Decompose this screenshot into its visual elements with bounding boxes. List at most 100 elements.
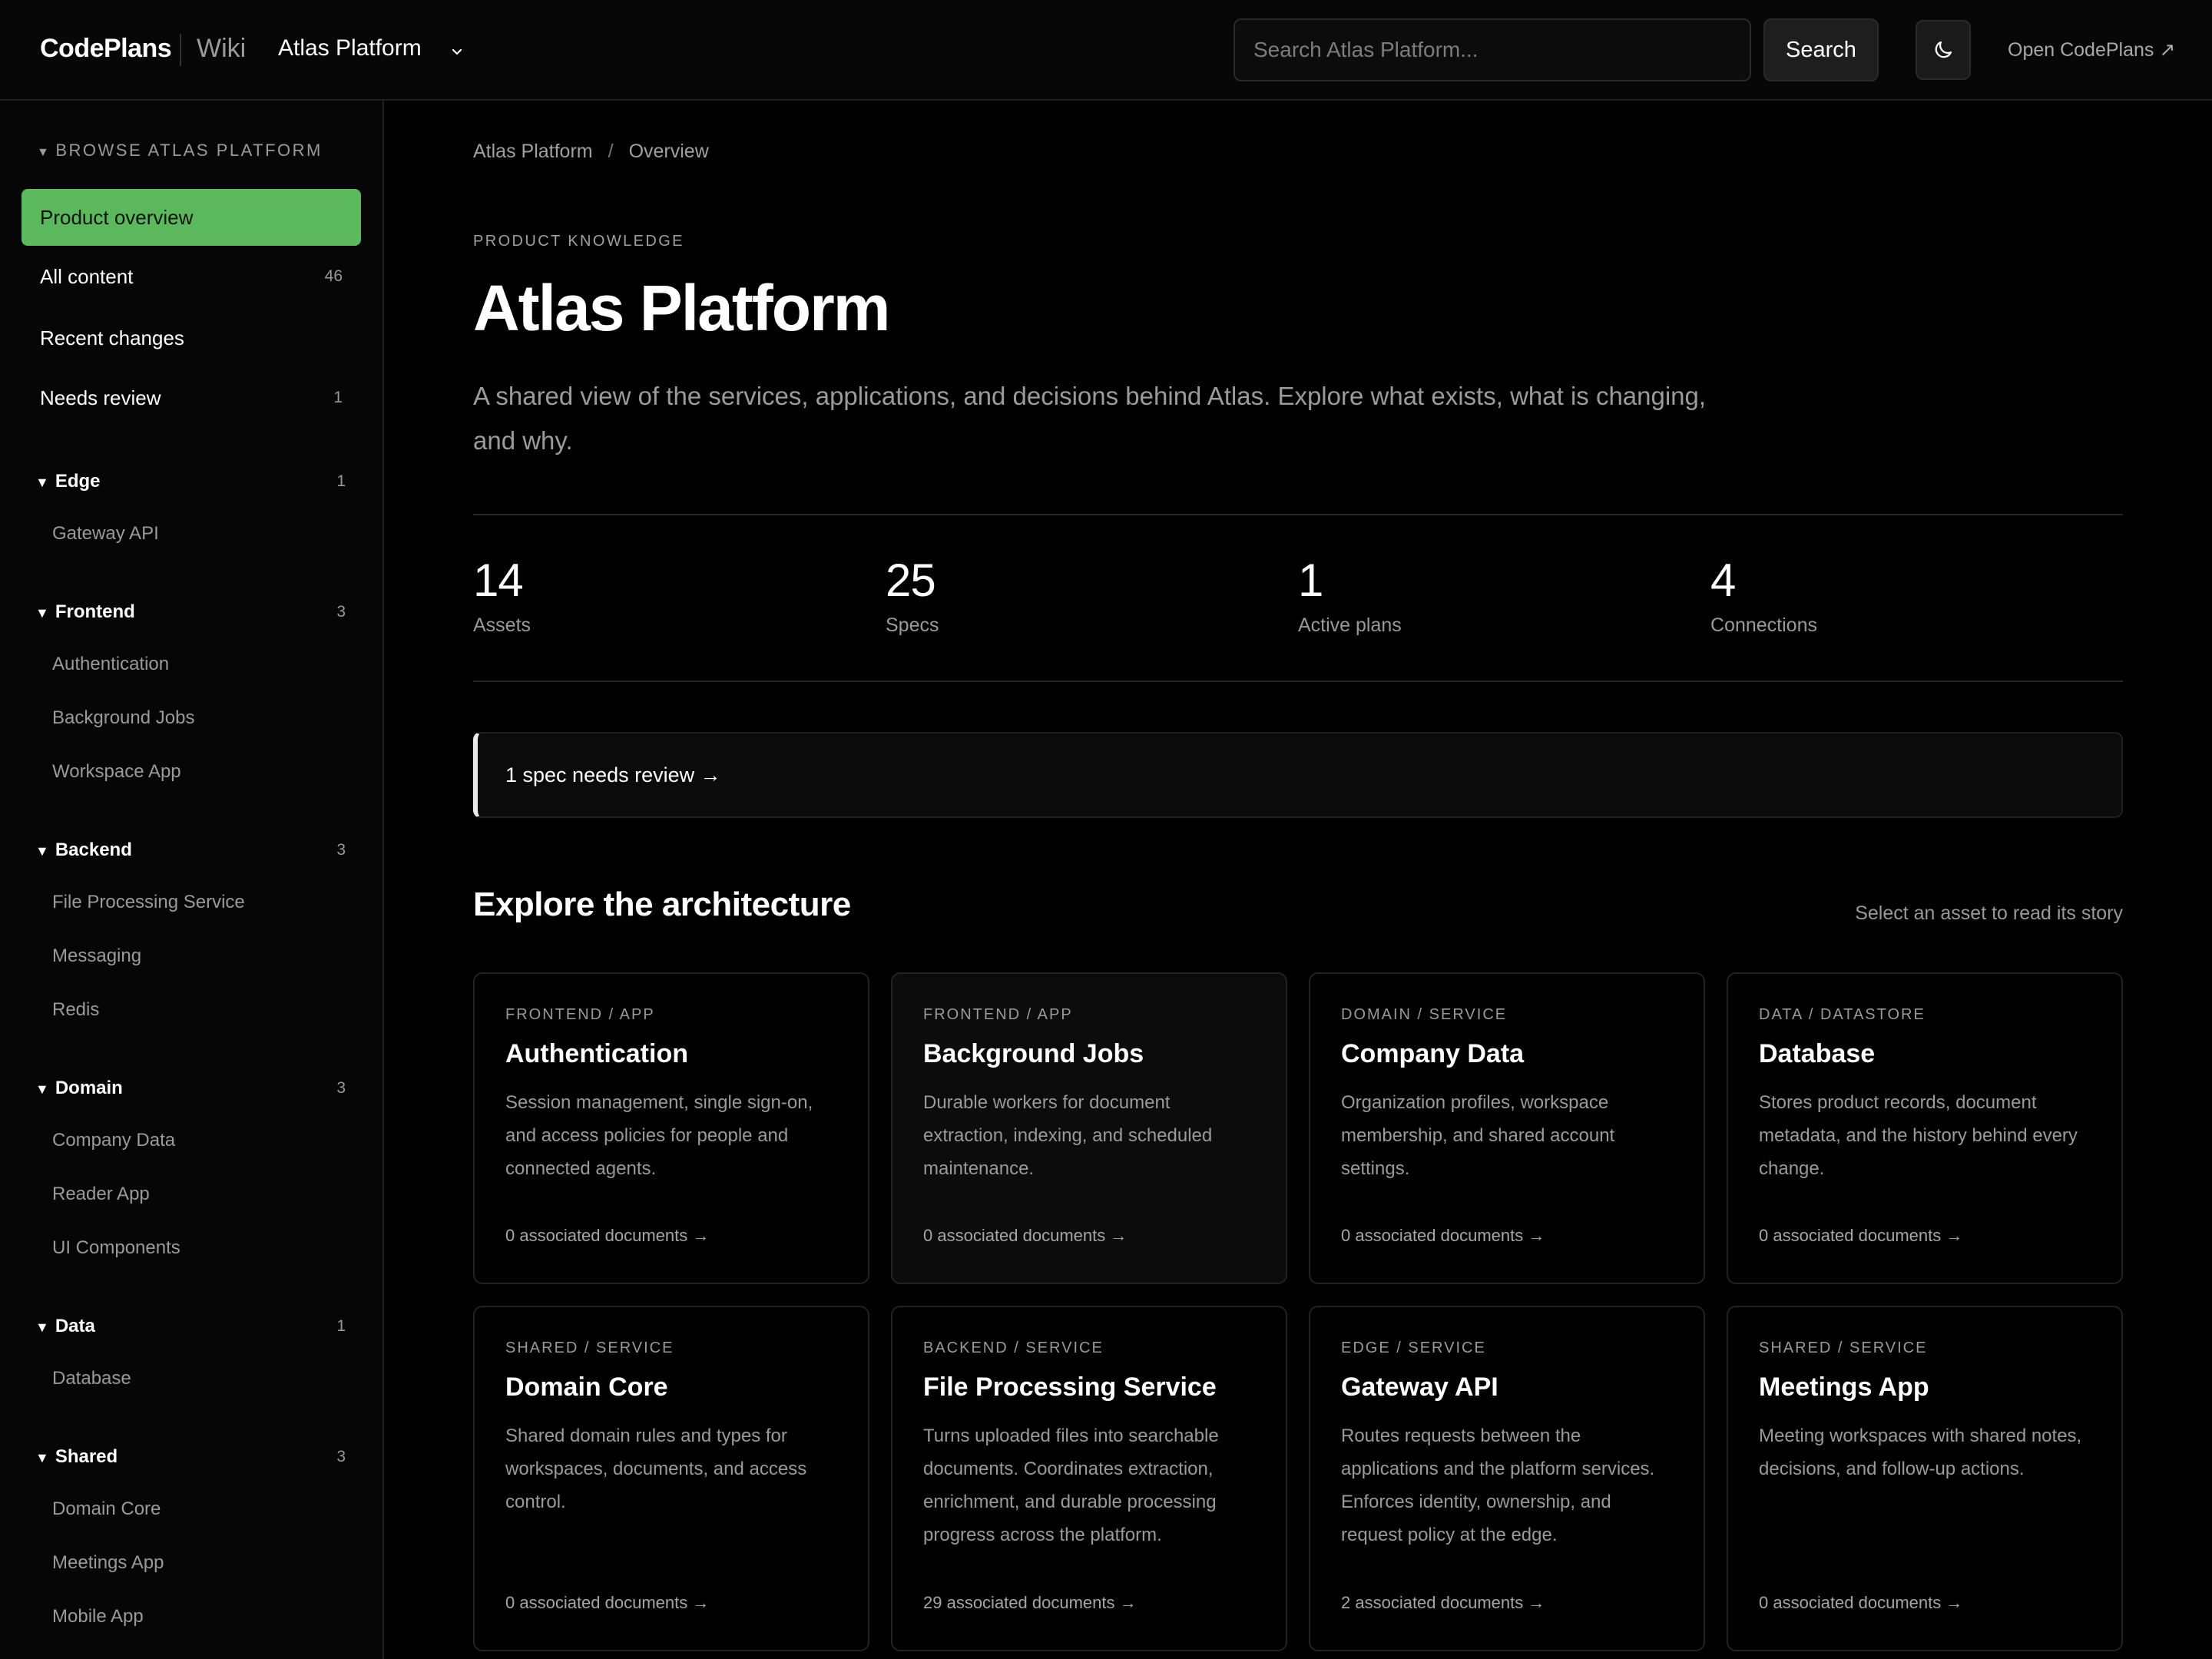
count-badge: 1: [336, 472, 346, 490]
card-title: Company Data: [1341, 1039, 1525, 1068]
sidebar-group-frontend[interactable]: ▼ Frontend 3: [35, 601, 346, 623]
group-label: Data: [55, 1316, 95, 1336]
asset-card-gateway-api[interactable]: EDGE / SERVICE Gateway API Routes reques…: [1309, 1306, 1705, 1651]
card-documents-link[interactable]: 0 associated documents →: [923, 1226, 1127, 1246]
card-description: Organization profiles, workspace members…: [1341, 1092, 1615, 1179]
codeplans-logo[interactable]: CodePlans: [40, 34, 172, 64]
sidebar-item-reader-app[interactable]: Reader App: [52, 1184, 150, 1205]
browse-section-toggle[interactable]: ▼ BROWSE ATLAS PLATFORM: [37, 141, 323, 161]
asset-card-background-jobs[interactable]: FRONTEND / APP Background Jobs Durable w…: [891, 972, 1287, 1284]
stat-connections: 4 Connections: [1710, 554, 1817, 637]
sidebar-item-all-content[interactable]: All content 46: [22, 248, 361, 305]
group-label: Shared: [55, 1446, 118, 1467]
sidebar-item-database[interactable]: Database: [52, 1368, 131, 1389]
card-documents-link[interactable]: 2 associated documents →: [1341, 1593, 1545, 1613]
sidebar-group-shared[interactable]: ▼ Shared 3: [35, 1446, 346, 1468]
review-callout-link[interactable]: 1 spec needs review →: [473, 732, 2123, 818]
sidebar-item-messaging[interactable]: Messaging: [52, 945, 141, 967]
asset-card-meetings-app[interactable]: SHARED / SERVICE Meetings App Meeting wo…: [1727, 1306, 2123, 1651]
card-documents-link[interactable]: 0 associated documents →: [505, 1593, 709, 1613]
group-label: Domain: [55, 1078, 123, 1098]
sidebar-item-product-overview[interactable]: Product overview: [22, 189, 361, 246]
stat-value: 1: [1298, 555, 1323, 606]
sidebar-item-meetings-app[interactable]: Meetings App: [52, 1552, 164, 1574]
page-title: Atlas Platform: [473, 272, 890, 344]
sidebar-item-needs-review[interactable]: Needs review 1: [22, 369, 361, 426]
sidebar-item-label: Product overview: [40, 205, 194, 229]
count-badge: 3: [336, 1448, 346, 1465]
count-badge: 3: [336, 603, 346, 621]
count-badge: 1: [336, 1317, 346, 1335]
sidebar-item-authentication[interactable]: Authentication: [52, 654, 169, 675]
stat-label: Specs: [886, 614, 939, 636]
card-category: SHARED / SERVICE: [505, 1339, 674, 1356]
stat-label: Connections: [1710, 614, 1817, 636]
group-label: Frontend: [55, 601, 135, 622]
divider: [473, 514, 2123, 515]
sidebar-item-label: Recent changes: [40, 326, 184, 349]
card-title: Database: [1759, 1039, 1876, 1068]
sidebar-group-data[interactable]: ▼ Data 1: [35, 1316, 346, 1337]
count-badge: 46: [324, 267, 343, 285]
count-badge: 1: [333, 389, 343, 406]
asset-card-file-processing-service[interactable]: BACKEND / SERVICE File Processing Servic…: [891, 1306, 1287, 1651]
sidebar-item-gateway-api[interactable]: Gateway API: [52, 523, 159, 545]
chevron-down-icon[interactable]: [450, 45, 464, 58]
card-title: File Processing Service: [923, 1373, 1217, 1402]
sidebar-group-domain[interactable]: ▼ Domain 3: [35, 1078, 346, 1099]
card-title: Authentication: [505, 1039, 688, 1068]
sidebar-item-ui-components[interactable]: UI Components: [52, 1237, 180, 1259]
stat-active-plans: 1 Active plans: [1298, 554, 1402, 637]
open-codeplans-link[interactable]: Open CodePlans ↗: [2008, 38, 2175, 61]
asset-card-company-data[interactable]: DOMAIN / SERVICE Company Data Organizati…: [1309, 972, 1705, 1284]
sidebar-item-redis[interactable]: Redis: [52, 999, 99, 1021]
card-description: Meeting workspaces with shared notes, de…: [1759, 1426, 2082, 1479]
sidebar-item-mobile-app[interactable]: Mobile App: [52, 1606, 144, 1628]
count-badge: 3: [336, 1079, 346, 1097]
card-title: Gateway API: [1341, 1373, 1498, 1402]
card-description: Stores product records, document metadat…: [1759, 1092, 2078, 1179]
sidebar-group-edge[interactable]: ▼ Edge 1: [35, 471, 346, 492]
card-documents-link[interactable]: 0 associated documents →: [1341, 1226, 1545, 1246]
sidebar-item-label: Needs review: [40, 386, 161, 409]
page-eyebrow: PRODUCT KNOWLEDGE: [473, 233, 684, 250]
theme-toggle-button[interactable]: [1916, 20, 1971, 80]
card-documents-link[interactable]: 0 associated documents →: [1759, 1226, 1962, 1246]
card-description: Session management, single sign-on, and …: [505, 1092, 813, 1179]
sidebar-item-workspace-app[interactable]: Workspace App: [52, 761, 181, 783]
card-documents-link[interactable]: 29 associated documents →: [923, 1593, 1137, 1613]
triangle-down-icon: ▼: [35, 605, 49, 621]
card-category: EDGE / SERVICE: [1341, 1339, 1486, 1356]
breadcrumb-current: Overview: [628, 141, 709, 162]
moon-icon: [1935, 41, 1952, 58]
stat-label: Active plans: [1298, 614, 1402, 636]
sidebar-item-file-processing-service[interactable]: File Processing Service: [52, 892, 245, 913]
card-documents-link[interactable]: 0 associated documents →: [1759, 1593, 1962, 1613]
group-label: Backend: [55, 839, 132, 860]
stat-specs: 25 Specs: [886, 554, 939, 637]
page-description: A shared view of the services, applicati…: [473, 382, 1707, 455]
wiki-label[interactable]: Wiki: [197, 34, 246, 64]
card-category: DATA / DATASTORE: [1759, 1006, 1926, 1023]
sidebar-item-background-jobs[interactable]: Background Jobs: [52, 707, 194, 729]
asset-card-authentication[interactable]: FRONTEND / APP Authentication Session ma…: [473, 972, 869, 1284]
triangle-down-icon: ▼: [35, 475, 49, 490]
asset-card-domain-core[interactable]: SHARED / SERVICE Domain Core Shared doma…: [473, 1306, 869, 1651]
sidebar-item-recent-changes[interactable]: Recent changes: [22, 310, 361, 366]
stat-assets: 14 Assets: [473, 554, 531, 637]
breadcrumb-project-link[interactable]: Atlas Platform: [473, 141, 593, 162]
card-description: Shared domain rules and types for worksp…: [505, 1426, 807, 1512]
card-documents-link[interactable]: 0 associated documents →: [505, 1226, 709, 1246]
card-category: DOMAIN / SERVICE: [1341, 1006, 1508, 1023]
asset-card-database[interactable]: DATA / DATASTORE Database Stores product…: [1727, 972, 2123, 1284]
stat-value: 25: [886, 555, 936, 606]
search-input[interactable]: [1233, 18, 1751, 81]
sidebar-group-backend[interactable]: ▼ Backend 3: [35, 839, 346, 861]
search-button[interactable]: Search: [1763, 18, 1879, 81]
sidebar-item-company-data[interactable]: Company Data: [52, 1130, 175, 1151]
card-title: Domain Core: [505, 1373, 668, 1402]
card-title: Meetings App: [1759, 1373, 1929, 1402]
sidebar-item-domain-core[interactable]: Domain Core: [52, 1498, 161, 1520]
project-switcher-label[interactable]: Atlas Platform: [278, 35, 422, 61]
card-description: Turns uploaded files into searchable doc…: [923, 1426, 1219, 1545]
